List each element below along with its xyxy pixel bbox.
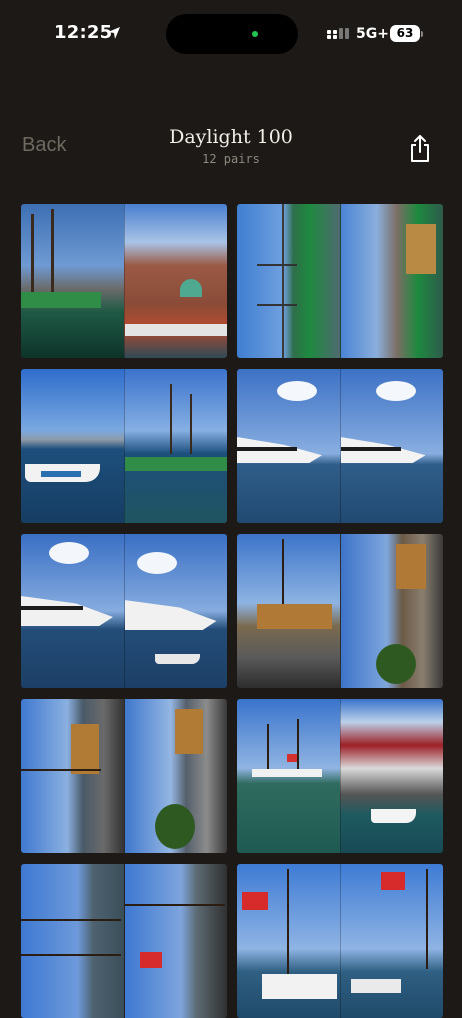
pair-6-right-photo [339,534,443,688]
status-bar: 12:25 5G+ 63 [0,0,462,70]
location-arrow-icon [108,27,120,39]
pair-3-right-photo [123,369,227,523]
pair-4-left-photo [237,369,340,523]
dynamic-island [166,14,298,54]
pair-4-right-photo [339,369,443,523]
pair-1-right-photo [123,204,227,358]
pair-6-left-photo [237,534,340,688]
nav-bar: Back Daylight 100 12 pairs [0,120,462,180]
battery-level: 63 [396,26,414,40]
pair-7-left-photo [21,699,124,853]
photo-pair-6[interactable] [237,534,443,688]
page-subtitle: 12 pairs [202,152,260,166]
pair-3-left-photo [21,369,124,523]
page-title: Daylight 100 [169,126,293,148]
pair-8-left-photo [237,699,340,853]
photo-pair-1[interactable] [21,204,227,358]
privacy-indicator-dot [252,31,258,37]
pair-5-left-photo [21,534,124,688]
photo-pair-8[interactable] [237,699,443,853]
pair-9-left-photo [21,864,124,1018]
pair-5-right-photo [123,534,227,688]
photo-pair-4[interactable] [237,369,443,523]
photo-pair-5[interactable] [21,534,227,688]
pair-10-left-photo [237,864,340,1018]
pair-10-right-photo [339,864,443,1018]
battery-tip [421,31,423,37]
photo-pair-3[interactable] [21,369,227,523]
photo-pair-10[interactable] [237,864,443,1018]
share-icon[interactable] [408,134,432,164]
pair-1-left-photo [21,204,124,358]
network-type: 5G+ [356,26,389,42]
photo-pair-7[interactable] [21,699,227,853]
pair-2-left-photo [237,204,340,358]
pair-9-right-photo [123,864,227,1018]
photo-pair-2[interactable] [237,204,443,358]
pair-2-right-photo [339,204,443,358]
signal-icon [327,28,349,39]
status-time: 12:25 [54,22,113,43]
battery-icon: 63 [390,25,420,42]
photo-pair-9[interactable] [21,864,227,1018]
pair-8-right-photo [339,699,443,853]
pair-7-right-photo [123,699,227,853]
